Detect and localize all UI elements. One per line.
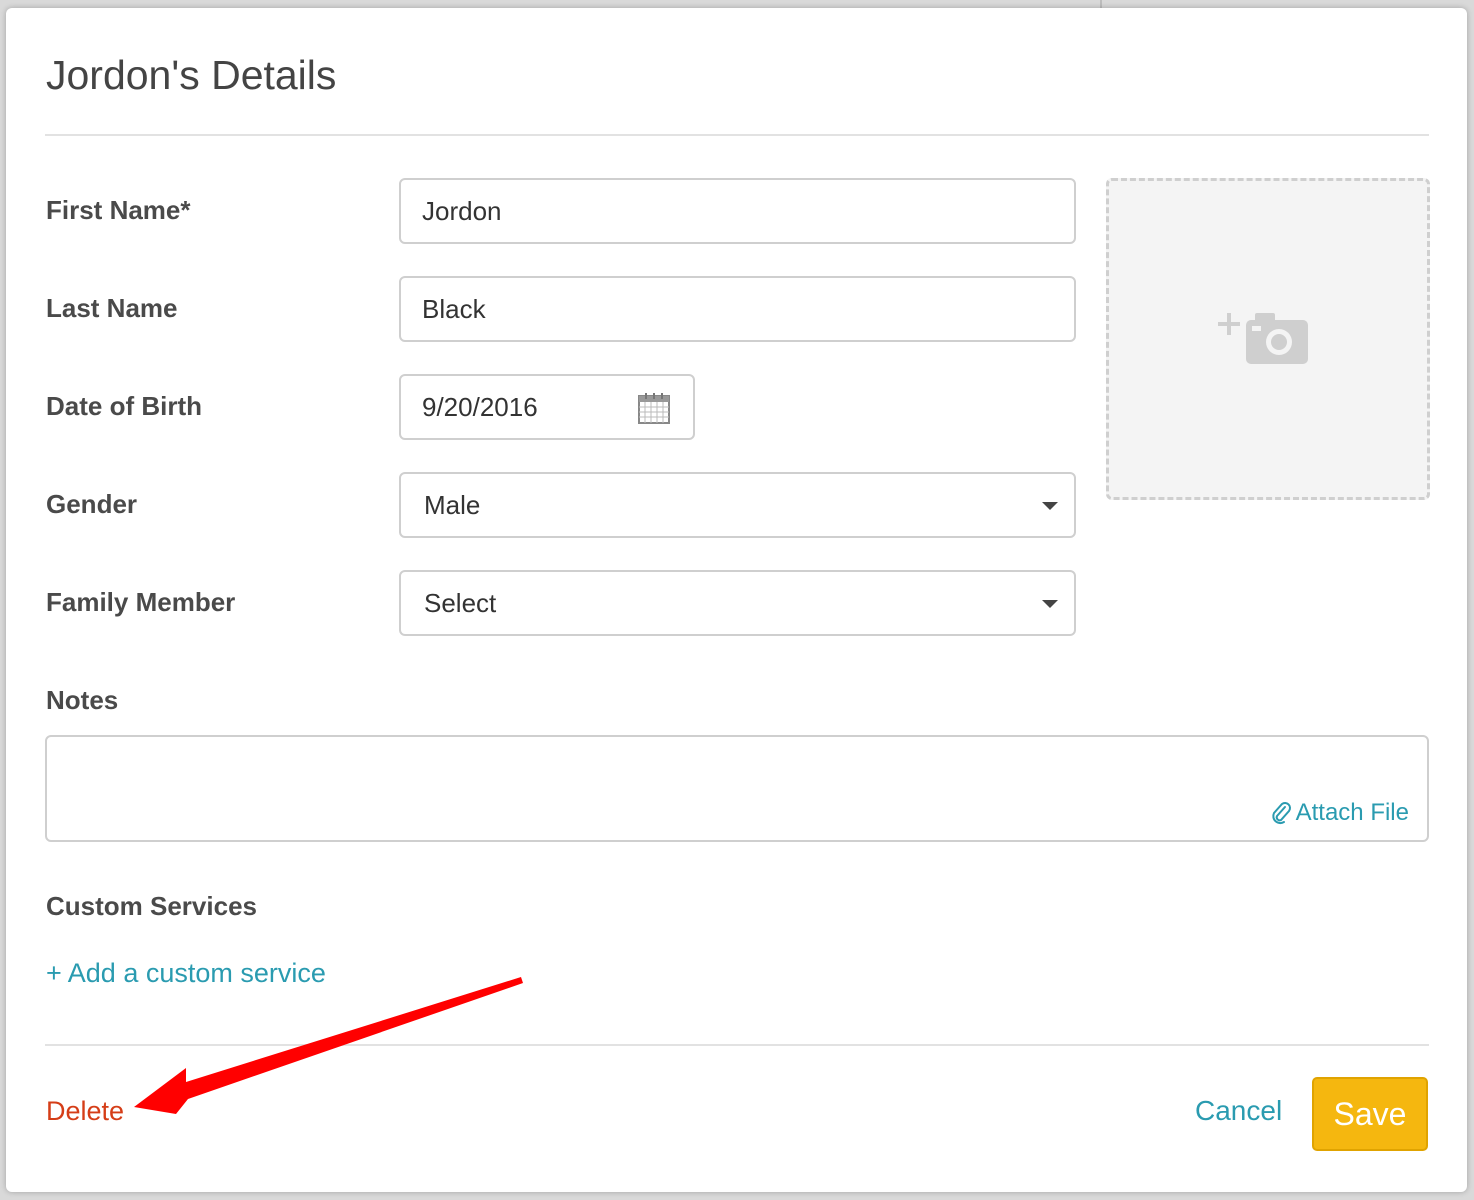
cancel-button[interactable]: Cancel: [1195, 1095, 1282, 1127]
details-modal: Jordon's Details First Name* Jordon Last…: [6, 8, 1467, 1192]
date-of-birth-label: Date of Birth: [46, 391, 202, 421]
chevron-down-icon: [1042, 502, 1058, 510]
backdrop-divider: [1100, 0, 1102, 8]
header-divider: [45, 134, 1429, 136]
notes-textarea[interactable]: Attach File: [45, 735, 1429, 842]
gender-label: Gender: [46, 489, 138, 519]
date-of-birth-value: 9/20/2016: [422, 392, 538, 422]
gender-value: Male: [424, 490, 481, 520]
calendar-icon[interactable]: [637, 391, 671, 425]
attach-file-link[interactable]: Attach File: [1270, 799, 1409, 827]
family-member-value: Select: [424, 588, 497, 618]
chevron-down-icon: [1042, 600, 1058, 608]
family-member-select[interactable]: Select: [399, 570, 1076, 636]
first-name-label: First Name*: [46, 195, 191, 225]
add-photo-icon: [1218, 313, 1308, 364]
date-of-birth-input[interactable]: 9/20/2016: [399, 374, 695, 440]
modal-title: Jordon's Details: [46, 52, 337, 98]
paperclip-icon: [1271, 802, 1291, 825]
notes-label: Notes: [46, 685, 119, 715]
footer-divider: [45, 1044, 1429, 1046]
save-button[interactable]: Save: [1312, 1077, 1428, 1151]
photo-upload-area[interactable]: [1106, 178, 1430, 500]
delete-button[interactable]: Delete: [46, 1096, 124, 1127]
last-name-input[interactable]: Black: [399, 276, 1076, 342]
first-name-input[interactable]: Jordon: [399, 178, 1076, 244]
attach-file-label: Attach File: [1295, 799, 1409, 826]
family-member-label: Family Member: [46, 587, 236, 617]
custom-services-label: Custom Services: [46, 891, 257, 921]
add-custom-service-link[interactable]: + Add a custom service: [46, 958, 326, 989]
last-name-label: Last Name: [46, 293, 178, 323]
gender-select[interactable]: Male: [399, 472, 1076, 538]
